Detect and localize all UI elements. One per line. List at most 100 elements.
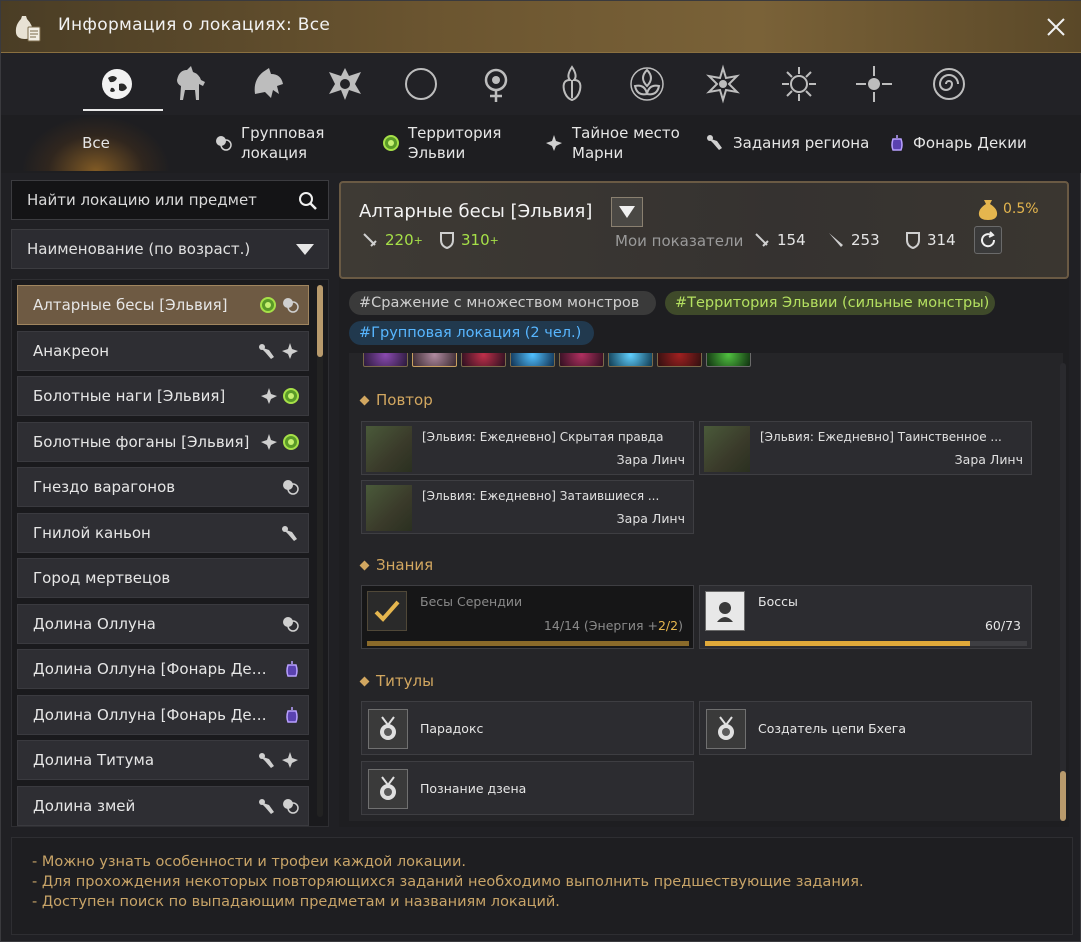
quest-card[interactable]: [Эльвия: Ежедневно] Скрытая правда Зара … — [361, 421, 694, 475]
section-titles: Титулы — [359, 672, 434, 690]
beast-icon[interactable] — [241, 59, 297, 109]
knowledge-complete-icon — [367, 591, 407, 631]
location-item-icons — [257, 797, 300, 815]
tab-secret-place[interactable]: Тайное место Марни — [544, 115, 680, 171]
search-placeholder: Найти локацию или предмет — [27, 191, 257, 209]
loot-item[interactable] — [412, 353, 457, 367]
tab-group-line2: локация — [241, 144, 307, 162]
location-item-icons — [284, 706, 300, 724]
recommended-ap: 220 + — [361, 231, 423, 249]
location-item-label: Алтарные бесы [Эльвия] — [33, 296, 228, 314]
flame-crest-icon[interactable] — [544, 59, 600, 109]
location-list-item[interactable]: Долина змей — [17, 785, 309, 826]
horse-icon[interactable] — [164, 59, 220, 109]
tab-territory[interactable]: Территория Эльвии — [382, 115, 501, 171]
tag-elvia-territory[interactable]: #Территория Эльвии (сильные монстры) — [665, 291, 995, 315]
location-item-label: Город мертвецов — [33, 569, 171, 587]
title-card[interactable]: Познание дзена — [361, 761, 694, 815]
location-dropdown-button[interactable] — [611, 197, 643, 227]
scrollbar-thumb[interactable] — [317, 285, 323, 357]
sort-dropdown[interactable]: Наименование (по возраст.) — [11, 229, 329, 269]
knowledge-value: 14/14 (Энергия +2/2) — [544, 618, 683, 633]
location-list-item[interactable]: Долина Титума — [17, 740, 309, 780]
loot-item[interactable] — [510, 353, 555, 367]
spiral-emblem-icon[interactable] — [921, 59, 977, 109]
my-dp-value: 314 — [927, 231, 956, 249]
moon-icon[interactable] — [393, 59, 449, 109]
search-icon[interactable] — [298, 191, 318, 211]
location-list-item[interactable]: Анакреон — [17, 330, 309, 371]
scrollbar-thumb[interactable] — [1060, 771, 1066, 821]
location-list-scrollbar[interactable] — [317, 285, 323, 817]
my-awakening-ap-value: 253 — [851, 231, 880, 249]
detail-scrollbar[interactable] — [1060, 363, 1066, 821]
knowledge-progress-bar — [705, 641, 1027, 646]
tab-group-line1: Групповая — [241, 124, 325, 142]
loot-item[interactable] — [363, 353, 408, 367]
radiant-star-icon[interactable] — [846, 59, 902, 109]
location-list-item[interactable]: Болотные фоганы [Эльвия] — [17, 421, 309, 462]
bag-scroll-icon — [15, 16, 41, 42]
location-list-item[interactable]: Болотные наги [Эльвия] — [17, 376, 309, 416]
tab-group-location[interactable]: Групповая локация — [213, 115, 324, 171]
lotus-emblem-icon[interactable] — [619, 59, 675, 109]
location-item-icons — [257, 751, 300, 769]
location-item-icons — [284, 660, 300, 678]
location-item-label: Гнездо варагонов — [33, 478, 176, 496]
location-list-item[interactable]: Алтарные бесы [Эльвия] — [17, 285, 309, 325]
location-list-item[interactable]: Долина Оллуна — [17, 603, 309, 644]
star-emblem-icon[interactable] — [695, 59, 751, 109]
orb-emblem-icon[interactable] — [468, 59, 524, 109]
location-item-icons — [257, 342, 300, 360]
location-list-item[interactable]: Гнилой каньон — [17, 512, 309, 553]
title-bar[interactable]: Информация о локациях: Все — [1, 1, 1081, 53]
knowledge-card[interactable]: Бесы Серендии 14/14 (Энергия +2/2) — [361, 585, 694, 649]
section-titles-title: Титулы — [376, 672, 434, 690]
location-list-item[interactable]: Город мертвецов — [17, 558, 309, 598]
quest-npc: Зара Линч — [616, 511, 685, 526]
knowledge-card[interactable]: Боссы 60/73 — [699, 585, 1032, 649]
globe-icon[interactable] — [83, 59, 163, 111]
loot-row — [363, 353, 751, 367]
location-list-item[interactable]: Долина Оллуна [Фонарь Декии] — [17, 649, 309, 689]
quest-card[interactable]: [Эльвия: Ежедневно] Таинственное ... Зар… — [699, 421, 1032, 475]
tag-multi-monster[interactable]: #Сражение с множеством монстров — [349, 291, 656, 315]
tab-all[interactable]: Все — [21, 115, 171, 171]
lantern-icon — [891, 135, 903, 151]
secret-icon — [546, 135, 562, 151]
eagle-crest-icon[interactable] — [317, 59, 373, 109]
location-list-item[interactable]: Гнездо варагонов — [17, 467, 309, 507]
title-card[interactable]: Парадокс — [361, 701, 694, 755]
refresh-button[interactable] — [974, 226, 1002, 254]
title-name: Создатель цепи Бхега — [758, 721, 906, 736]
refresh-icon — [981, 231, 996, 248]
loot-item[interactable] — [559, 353, 604, 367]
quest-card[interactable]: [Эльвия: Ежедневно] Затаившиеся ... Зара… — [361, 480, 694, 534]
title-card[interactable]: Создатель цепи Бхега — [699, 701, 1032, 755]
group-icon — [283, 798, 299, 814]
knowledge-energy-value: 2/2 — [657, 618, 679, 633]
loot-item[interactable] — [461, 353, 506, 367]
location-list-item[interactable]: Долина Оллуна [Фонарь Декии] — [17, 694, 309, 735]
location-item-label: Болотные наги [Эльвия] — [33, 387, 226, 405]
territory-icon — [283, 388, 299, 404]
sun-emblem-icon[interactable] — [771, 59, 827, 109]
my-ap-value: 154 — [777, 231, 806, 249]
loot-item[interactable] — [657, 353, 702, 367]
close-icon[interactable] — [1044, 15, 1068, 39]
loot-item[interactable] — [706, 353, 751, 367]
shield-icon — [906, 232, 920, 249]
location-item-label: Гнилой каньон — [33, 523, 151, 542]
checkmark-icon — [374, 600, 400, 622]
tag-group-location[interactable]: #Групповая локация (2 чел.) — [349, 321, 594, 345]
tab-territory-line1: Территория — [408, 124, 502, 142]
tab-region-quests[interactable]: Задания региона — [705, 115, 869, 171]
drop-rate: 0.5% — [977, 197, 1039, 221]
loot-item[interactable] — [608, 353, 653, 367]
tab-lantern[interactable]: Фонарь Декии — [889, 115, 1027, 171]
diamond-bullet-icon — [359, 395, 370, 405]
location-header: Алтарные бесы [Эльвия] 220 + 310 + 0.5% Мо… — [339, 181, 1069, 279]
search-input[interactable]: Найти локацию или предмет — [11, 180, 329, 220]
recommended-dp: 310 + — [439, 231, 499, 249]
my-awakening-ap: 253 — [827, 231, 880, 249]
